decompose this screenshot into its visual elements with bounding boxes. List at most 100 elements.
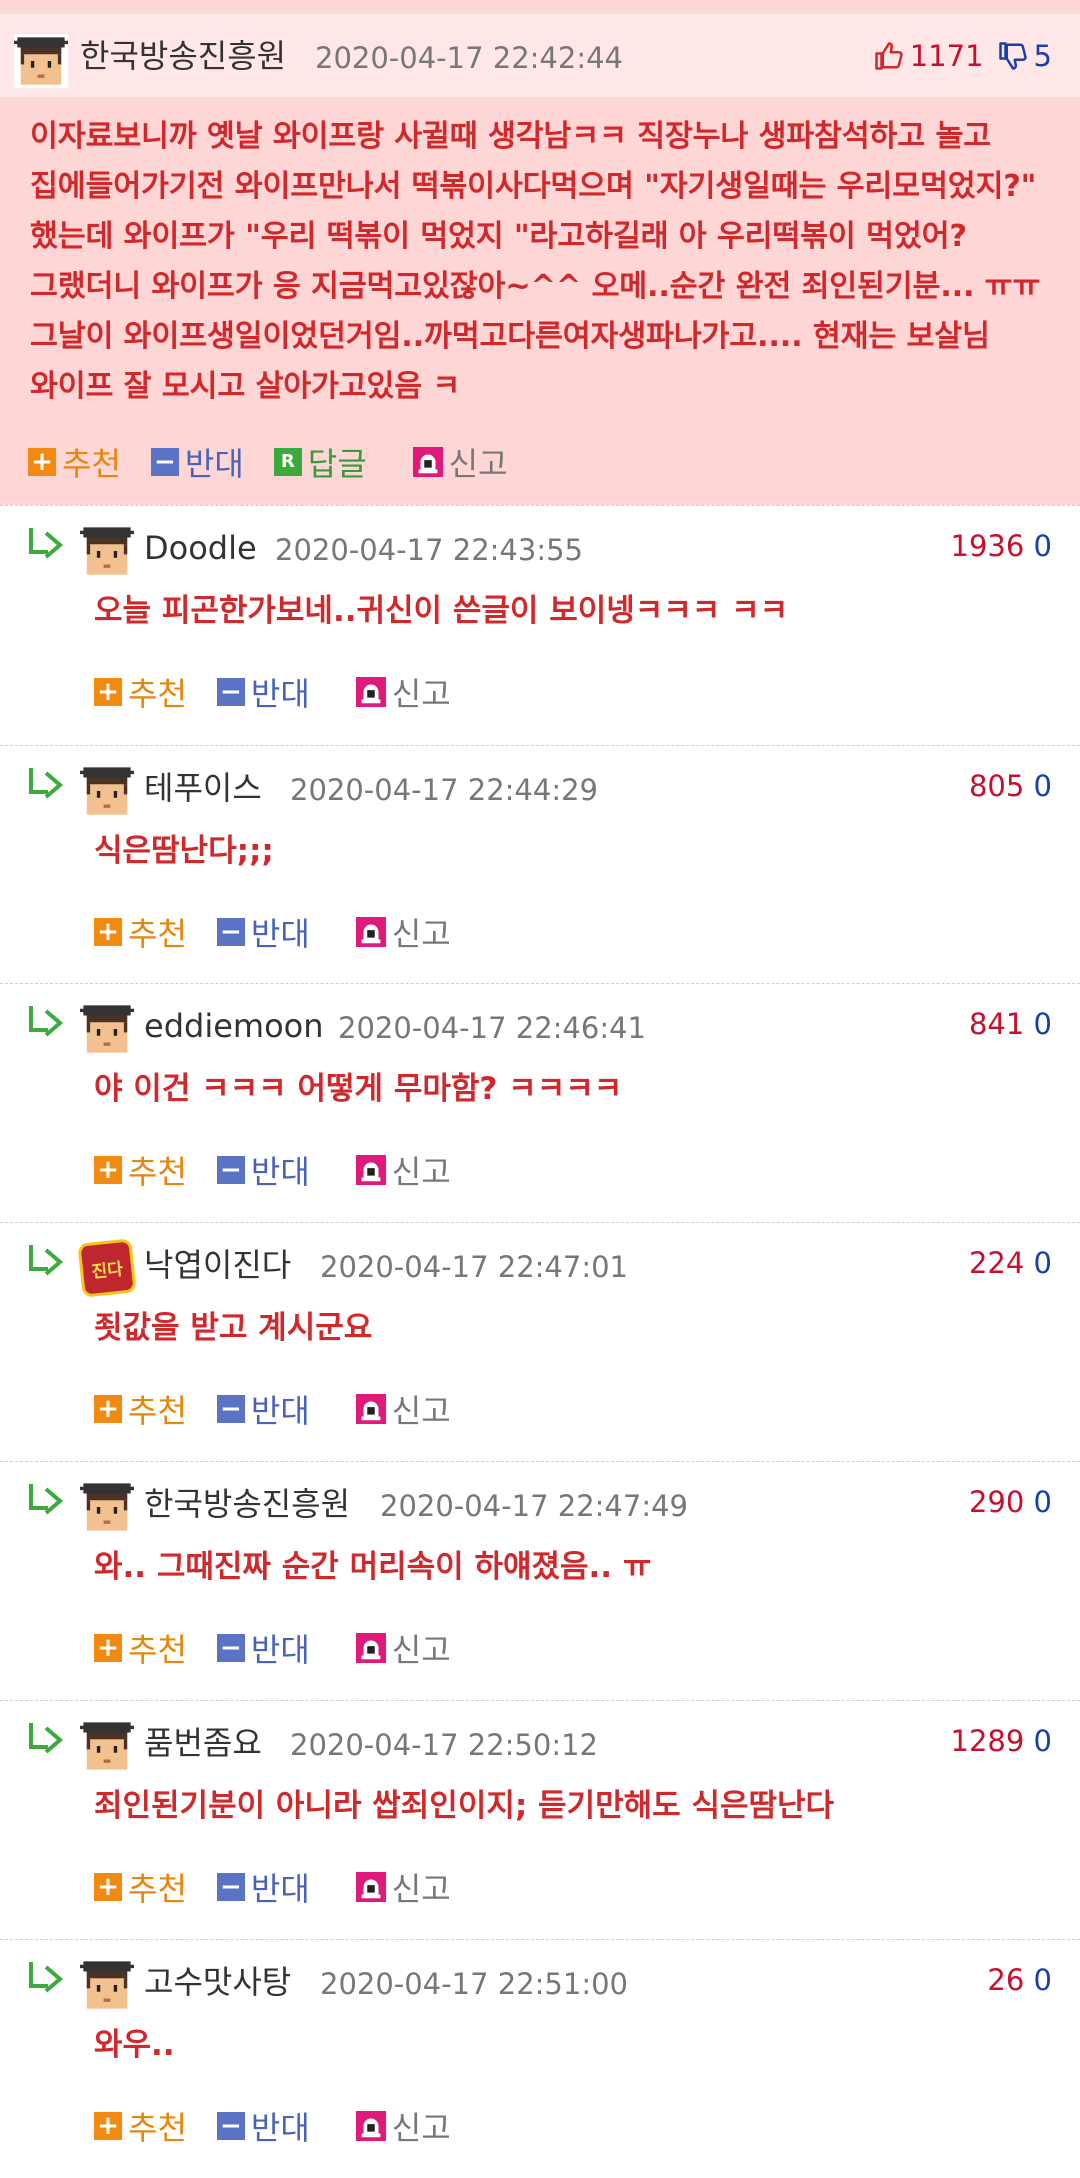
report-button[interactable]: 신고 — [355, 1864, 451, 1910]
plus-icon: + — [94, 918, 122, 946]
minus-icon: − — [216, 1634, 245, 1662]
report-button[interactable]: 신고 — [355, 1386, 451, 1432]
recommend-label: 추천 — [128, 675, 187, 713]
default-avatar-icon — [80, 1480, 134, 1534]
report-label: 신고 — [448, 445, 508, 483]
siren-icon — [355, 2111, 386, 2141]
reply-arrow-icon — [29, 1245, 64, 1276]
recommend-button[interactable]: + 추천 — [94, 1147, 187, 1193]
recommend-label: 추천 — [128, 2109, 187, 2147]
oppose-button[interactable]: − 반대 — [216, 909, 310, 955]
reply-arrow-icon — [29, 1962, 64, 1993]
recommend-label: 추천 — [128, 1631, 187, 1669]
oppose-button[interactable]: − 반대 — [216, 1147, 310, 1193]
reply-button[interactable]: R 답글 — [273, 439, 367, 485]
reply-nickname[interactable]: 테푸이스 — [144, 764, 262, 812]
recommend-button[interactable]: + 추천 — [94, 1625, 187, 1671]
reply-date: 2020-04-17 22:51:00 — [320, 1967, 628, 2001]
recommend-button[interactable]: + 추천 — [94, 2103, 187, 2149]
report-button[interactable]: 신고 — [355, 1147, 451, 1193]
recommend-label: 추천 — [128, 1153, 187, 1191]
default-avatar-icon — [80, 1958, 134, 2012]
reply-upvotes: 805 — [968, 769, 1025, 803]
oppose-button[interactable]: − 반대 — [216, 1386, 310, 1432]
recommend-label: 추천 — [128, 1392, 187, 1430]
default-avatar-icon — [14, 34, 68, 88]
report-button[interactable]: 신고 — [412, 439, 508, 485]
reply-nickname[interactable]: 한국방송진흥원 — [144, 1480, 350, 1528]
report-button[interactable]: 신고 — [355, 2103, 451, 2149]
best-comment-actions: + 추천 − 반대 R 답글 신고 — [28, 438, 538, 486]
reply-actions: + 추천 − 반대 신고 — [94, 1624, 481, 1672]
reply-votes: 805 0 — [969, 764, 1052, 808]
reply-arrow-icon — [29, 1723, 64, 1754]
minus-icon: − — [216, 1395, 245, 1423]
reply-nickname[interactable]: 고수맛사탕 — [144, 1958, 291, 2006]
report-label: 신고 — [391, 2109, 451, 2147]
report-button[interactable]: 신고 — [355, 1625, 451, 1671]
oppose-button[interactable]: − 반대 — [216, 2103, 310, 2149]
report-label: 신고 — [391, 1870, 451, 1908]
oppose-button[interactable]: − 반대 — [216, 1625, 310, 1671]
thumbs-up-icon[interactable] — [874, 41, 904, 71]
report-button[interactable]: 신고 — [355, 669, 451, 715]
best-comment-body: 이자료보니까 옛날 와이프랑 사귈때 생각남ㅋㅋ 직장누나 생파참석하고 놀고 … — [30, 119, 1041, 404]
oppose-label: 반대 — [250, 915, 310, 953]
oppose-button[interactable]: − 반대 — [216, 669, 310, 715]
reply-upvotes: 26 — [987, 1963, 1025, 1997]
siren-icon — [355, 677, 386, 707]
reply-date: 2020-04-17 22:43:55 — [275, 533, 583, 567]
recommend-button[interactable]: + 추천 — [94, 1386, 187, 1432]
reply-comment: 한국방송진흥원 2020-04-17 22:47:49 290 0 와.. 그때… — [0, 1461, 1080, 1699]
reply-downvotes: 0 — [1033, 529, 1052, 563]
best-comment-nickname[interactable]: 한국방송진흥원 — [80, 32, 286, 80]
reply-upvotes: 1289 — [950, 1724, 1025, 1758]
plus-icon: + — [94, 678, 122, 706]
reply-nickname[interactable]: 품번좀요 — [144, 1719, 262, 1767]
oppose-button[interactable]: − 반대 — [216, 1864, 310, 1910]
recommend-button[interactable]: + 추천 — [94, 1864, 187, 1910]
report-label: 신고 — [391, 1392, 451, 1430]
recommend-button[interactable]: + 추천 — [94, 909, 187, 955]
reply-upvotes: 290 — [968, 1485, 1025, 1519]
oppose-label: 반대 — [250, 1392, 310, 1430]
recommend-button[interactable]: + 추천 — [28, 439, 121, 485]
reply-actions: + 추천 − 반대 신고 — [94, 1385, 481, 1433]
reply-upvotes: 224 — [968, 1246, 1025, 1280]
oppose-label: 반대 — [250, 1870, 310, 1908]
plus-icon: + — [94, 2112, 122, 2140]
reply-arrow-icon — [29, 1006, 64, 1037]
thumbs-down-icon[interactable] — [998, 41, 1028, 71]
best-comment-votes: 1171 5 — [874, 34, 1052, 78]
plus-icon: + — [94, 1395, 122, 1423]
reply-actions: + 추천 − 반대 신고 — [94, 908, 481, 956]
reply-votes: 224 0 — [969, 1241, 1052, 1285]
reply-nickname[interactable]: Doodle — [144, 524, 257, 572]
reply-comment: 진다 낙엽이진다 2020-04-17 22:47:01 224 0 죗값을 받… — [0, 1222, 1080, 1460]
reply-nickname[interactable]: 낙엽이진다 — [144, 1241, 291, 1289]
siren-icon — [355, 917, 386, 947]
minus-icon: − — [216, 678, 245, 706]
reply-votes: 1289 0 — [951, 1719, 1052, 1763]
plus-icon: + — [28, 448, 56, 476]
reply-arrow-icon — [29, 768, 64, 799]
reply-label: 답글 — [307, 445, 367, 483]
report-button[interactable]: 신고 — [355, 909, 451, 955]
minus-icon: − — [216, 918, 245, 946]
reply-votes: 290 0 — [969, 1480, 1052, 1524]
oppose-button[interactable]: − 반대 — [150, 439, 244, 485]
reply-nickname[interactable]: eddiemoon — [144, 1002, 324, 1050]
recommend-button[interactable]: + 추천 — [94, 669, 187, 715]
minus-icon: − — [216, 1873, 245, 1901]
report-label: 신고 — [391, 675, 451, 713]
reply-body: 식은땀난다;;; — [94, 833, 274, 869]
reply-comment: Doodle 2020-04-17 22:43:55 1936 0 오늘 피곤한… — [0, 505, 1080, 743]
report-label: 신고 — [391, 1153, 451, 1191]
reply-downvotes: 0 — [1033, 769, 1052, 803]
oppose-label: 반대 — [250, 1631, 310, 1669]
jinda-badge-icon: 진다 — [77, 1238, 137, 1298]
minus-icon: − — [216, 2112, 245, 2140]
reply-downvotes: 0 — [1033, 1246, 1052, 1280]
best-comment-downvotes: 5 — [1033, 39, 1052, 73]
default-avatar-icon — [80, 1719, 134, 1773]
